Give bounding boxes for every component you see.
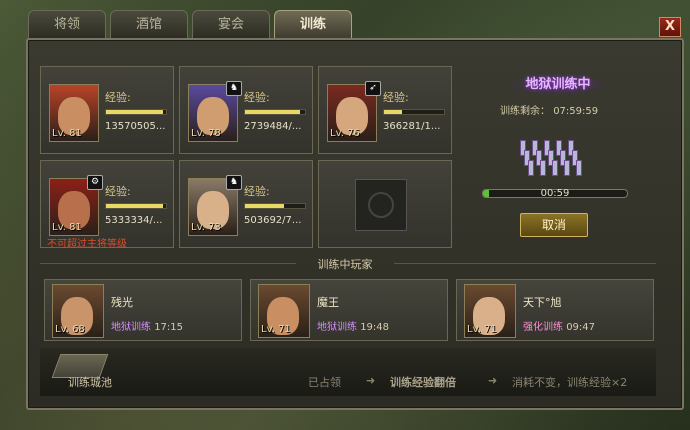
general-level: Lv. 78 (191, 128, 221, 139)
mount-icon: ♞ (226, 175, 242, 190)
player-level: Lv. 68 (55, 324, 85, 335)
players-section-title: 训练中玩家 (317, 258, 373, 271)
exp-value: 5333334/... (105, 215, 163, 226)
training-slot-empty[interactable] (318, 160, 452, 248)
training-slot-4[interactable]: Lv. 81 ⚙ 经验: 5333334/... 不可超过主将等级 (40, 160, 174, 250)
divider-left (40, 263, 296, 264)
exp-label: 经验: (383, 91, 409, 104)
exp-value: 2739484/... (244, 121, 302, 132)
arrow-right-icon: ➜ (366, 374, 376, 387)
soldier-figure (540, 160, 546, 176)
tab-tavern[interactable]: 酒馆 (110, 10, 188, 38)
soldier-figure (564, 160, 570, 176)
player-portrait: Lv. 71 (464, 284, 516, 338)
player-name: 天下°旭 (523, 296, 562, 309)
cancel-training-button[interactable]: 取消 (520, 213, 588, 237)
city-label[interactable]: 训练城池 (68, 374, 112, 390)
close-button[interactable]: X (659, 17, 681, 37)
player-portrait: Lv. 71 (258, 284, 310, 338)
training-slot-1[interactable]: Lv. 81 经验: 13570505... (40, 66, 174, 154)
exp-bar-fill (245, 110, 301, 114)
exp-bar-fill (384, 110, 402, 114)
player-training-status: 地狱训练 19:48 (317, 318, 389, 333)
training-mode-title: 地狱训练中 (506, 74, 610, 96)
bow-icon: ➶ (365, 81, 381, 96)
exp-bar (105, 109, 167, 115)
empty-slot-emblem-icon (355, 179, 407, 231)
remaining-value: 07:59:59 (553, 106, 599, 117)
exp-bar-fill (106, 110, 163, 114)
training-status-panel: 地狱训练中 训练剩余： 07:59:59 00:59 取消 (468, 62, 642, 252)
player-time: 19:48 (360, 322, 390, 333)
cost-note: 消耗不变，训练经验×2 (512, 376, 628, 389)
emblem-ring (368, 192, 394, 218)
tab-banquet[interactable]: 宴会 (192, 10, 270, 38)
player-mode: 地狱训练 (317, 322, 357, 333)
training-slots: Lv. 81 经验: 13570505... Lv. 78 ♞ 经验: 2739… (40, 62, 460, 254)
exp-bar (105, 203, 167, 209)
player-time: 17:15 (154, 322, 184, 333)
exp-value: 503692/7... (244, 215, 302, 226)
exp-bar (244, 109, 306, 115)
divider-right (394, 263, 656, 264)
general-level: Lv. 81 (52, 128, 82, 139)
tab-bar: 将领 酒馆 宴会 训练 (28, 10, 352, 38)
player-name: 魔王 (317, 296, 339, 309)
general-level: Lv. 73 (191, 222, 221, 233)
tab-generals[interactable]: 将领 (28, 10, 106, 38)
player-mode: 强化训练 (523, 322, 563, 333)
exp-bar (383, 109, 445, 115)
exp-label: 经验: (244, 185, 270, 198)
exp-value: 13570505... (105, 121, 166, 132)
mount-icon: ♞ (226, 81, 242, 96)
training-player-card[interactable]: Lv. 71 天下°旭 强化训练 09:47 (456, 279, 654, 341)
soldier-figure (576, 160, 582, 176)
training-city-bar: 训练城池 已占领 ➜ 训练经验翻倍 ➜ 消耗不变，训练经验×2 (40, 348, 656, 396)
double-exp-label: 训练经验翻倍 (390, 376, 456, 389)
soldier-figure (528, 160, 534, 176)
tab-training[interactable]: 训练 (274, 10, 352, 38)
level-cap-warning: 不可超过主将等级 (47, 239, 127, 250)
exp-bar-fill (245, 204, 284, 208)
training-slot-3[interactable]: Lv. 76 ➶ 经验: 366281/1... (318, 66, 452, 154)
exp-bar-fill (106, 204, 163, 208)
player-portrait: Lv. 68 (52, 284, 104, 338)
exp-value: 366281/1... (383, 121, 441, 132)
player-level: Lv. 71 (261, 324, 291, 335)
general-level: Lv. 81 (52, 222, 82, 233)
player-name: 残光 (111, 296, 133, 309)
player-training-status: 强化训练 09:47 (523, 318, 595, 333)
player-level: Lv. 71 (467, 324, 497, 335)
soldier-figure (552, 160, 558, 176)
player-training-status: 地狱训练 17:15 (111, 318, 183, 333)
exp-label: 经验: (105, 91, 131, 104)
occupied-label: 已占领 (308, 376, 341, 389)
training-slot-2[interactable]: Lv. 78 ♞ 经验: 2739484/... (179, 66, 313, 154)
training-progress-text: 00:59 (540, 188, 570, 199)
training-player-card[interactable]: Lv. 68 残光 地狱训练 17:15 (44, 279, 242, 341)
general-level: Lv. 76 (330, 128, 360, 139)
arrow-right-icon: ➜ (488, 374, 498, 387)
general-portrait: Lv. 81 (49, 84, 99, 142)
chariot-icon: ⚙ (87, 175, 103, 190)
training-player-card[interactable]: Lv. 71 魔王 地狱训练 19:48 (250, 279, 448, 341)
player-mode: 地狱训练 (111, 322, 151, 333)
exp-label: 经验: (244, 91, 270, 104)
soldiers-formation-icon (520, 140, 594, 184)
training-slot-5[interactable]: Lv. 73 ♞ 经验: 503692/7... (179, 160, 313, 248)
player-time: 09:47 (566, 322, 596, 333)
exp-bar (244, 203, 306, 209)
remaining-label: 训练剩余： (500, 106, 550, 117)
exp-label: 经验: (105, 185, 131, 198)
remaining-time: 训练剩余： 07:59:59 (500, 102, 598, 117)
